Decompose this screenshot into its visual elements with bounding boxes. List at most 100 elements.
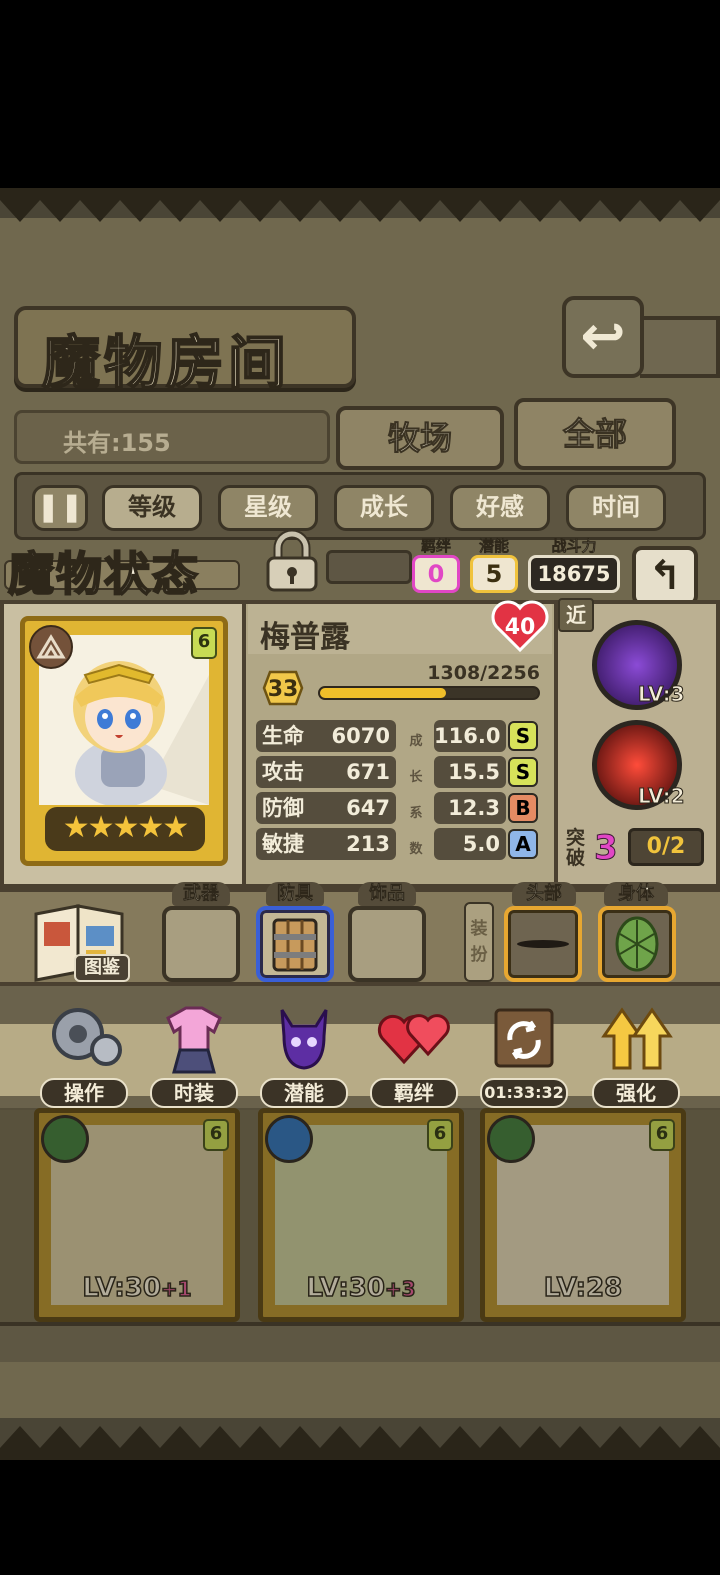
- sort-order-toggle[interactable]: ❚❚: [32, 485, 88, 531]
- affection-heart-icon: 40: [491, 600, 549, 653]
- bond-action-label: 羁绊: [370, 1078, 458, 1108]
- stat-value: 6070: [331, 724, 390, 748]
- ranch-filter-button[interactable]: 牧场: [336, 406, 504, 470]
- growth-grade-badge: A: [508, 829, 538, 859]
- growth-value: 15.5: [434, 756, 506, 788]
- outfit-button[interactable]: 时装: [146, 996, 242, 1108]
- bond-stat: 羁绊 0: [412, 538, 460, 593]
- sort-star-button[interactable]: 星级: [218, 485, 318, 531]
- growth-value: 5.0: [434, 828, 506, 860]
- armor-slot[interactable]: [256, 906, 334, 982]
- roster-tier-badge: 6: [649, 1119, 675, 1151]
- potential-label: 潜能: [478, 537, 510, 555]
- game-screen: 魔物房间 ↩ 共有:155 牧场 全部 ❚❚ 等级 星级 成长 好感 时间 魔物…: [0, 188, 720, 1460]
- top-zigzag-border: [0, 188, 720, 222]
- operate-label: 操作: [40, 1078, 128, 1108]
- roster-tier-badge: 6: [203, 1119, 229, 1151]
- return-arrow-icon: ↩: [580, 304, 626, 367]
- sort-time-button[interactable]: 时间: [566, 485, 666, 531]
- potential-button[interactable]: 潜能: [256, 996, 352, 1108]
- level-badge: 33: [262, 670, 304, 706]
- accessory-slot[interactable]: [348, 906, 426, 982]
- refresh-timer: 01:33:32: [480, 1078, 568, 1108]
- tier-badge: 6: [191, 627, 217, 659]
- power-value: 18675: [528, 555, 620, 593]
- monster-portrait-card[interactable]: ★★★★★ 6: [20, 616, 228, 866]
- sort-level-button[interactable]: 等级: [102, 485, 202, 531]
- stat-row: 防御 647: [256, 792, 396, 824]
- breakthrough-label: 突破: [566, 827, 586, 869]
- growth-grade-badge: S: [508, 757, 538, 787]
- bond-label: 羁绊: [420, 537, 452, 555]
- class-icon: [29, 625, 73, 669]
- growth-label-char: 长: [409, 770, 423, 785]
- stat-value: 671: [346, 760, 390, 784]
- status-title: 魔物状态: [7, 546, 200, 602]
- top-bar-tail: [640, 316, 720, 378]
- roster-bottom-strip: [0, 1322, 720, 1362]
- stat-value: 647: [346, 796, 390, 820]
- sort-affection-button[interactable]: 好感: [450, 485, 550, 531]
- growth-label-char: 系: [409, 806, 423, 821]
- roster-tier-badge: 6: [427, 1119, 453, 1151]
- body-slot[interactable]: [598, 906, 676, 982]
- breakthrough-value: 3: [594, 828, 619, 869]
- sort-growth-button[interactable]: 成长: [334, 485, 434, 531]
- roster-card-3[interactable]: 6 LV:28: [480, 1108, 686, 1322]
- page-title: 魔物房间: [41, 328, 291, 398]
- all-filter-button[interactable]: 全部: [514, 398, 676, 470]
- growth-label-char: 成: [409, 734, 423, 749]
- roster-card-1[interactable]: 6 LV:30+1: [34, 1108, 240, 1322]
- potential-value: 5: [470, 555, 518, 593]
- bond-value: 0: [412, 555, 460, 593]
- head-slot[interactable]: [504, 906, 582, 982]
- stat-row: 攻击 671: [256, 756, 396, 788]
- breakthrough-progress[interactable]: 0/2: [628, 828, 704, 866]
- roster-level: LV:30+1: [39, 1272, 235, 1304]
- exp-text: 1308/2256: [427, 662, 540, 684]
- operate-button[interactable]: 操作: [36, 996, 132, 1108]
- stat-name: 生命: [262, 724, 304, 748]
- bond-button[interactable]: 羁绊: [366, 996, 462, 1108]
- skill-1-level: LV:3: [637, 682, 685, 707]
- upgrade-label: 强化: [592, 1078, 680, 1108]
- roster-card-2[interactable]: 6 LV:30+3: [258, 1108, 464, 1322]
- refresh-button[interactable]: 01:33:32: [476, 996, 572, 1108]
- padlock-icon[interactable]: [262, 530, 322, 594]
- stat-row: 生命 6070: [256, 720, 396, 752]
- stat-value: 213: [346, 832, 390, 856]
- stat-name: 敏捷: [262, 832, 304, 856]
- stat-row: 敏捷 213: [256, 828, 396, 860]
- growth-grade-badge: B: [508, 793, 538, 823]
- monster-level: 33: [268, 677, 299, 702]
- status-close-button[interactable]: ↰: [632, 546, 698, 606]
- bottom-zigzag-border: [0, 1426, 720, 1460]
- stat-name: 防御: [262, 796, 304, 820]
- growth-label-char: 数: [409, 842, 423, 857]
- heart-level: 40: [505, 615, 536, 640]
- collection-count-bar: 共有:155: [14, 410, 330, 464]
- demon-icon: [280, 1009, 328, 1070]
- monster-name: 梅普露: [260, 620, 350, 655]
- power-label: 战斗力: [551, 537, 597, 555]
- roster-level-value: LV:28: [543, 1272, 623, 1304]
- roster-level-plus: +1: [160, 1276, 192, 1302]
- star-rating: ★★★★★: [45, 807, 205, 851]
- return-button[interactable]: ↩: [562, 296, 644, 378]
- outfit-icon: [166, 1006, 222, 1074]
- collection-count: 共有:155: [63, 429, 171, 457]
- upgrade-button[interactable]: 强化: [588, 996, 684, 1108]
- growth-value: 116.0: [434, 720, 506, 752]
- weapon-slot[interactable]: [162, 906, 240, 982]
- return-arrow-icon: ↰: [648, 553, 682, 599]
- power-stat: 战斗力 18675: [528, 538, 620, 593]
- upgrade-arrows-icon: [601, 1007, 673, 1070]
- outfit-label: 时装: [150, 1078, 238, 1108]
- grass-element-icon: [41, 1115, 89, 1163]
- codex-label[interactable]: 图鉴: [74, 954, 130, 982]
- growth-grade-badge: S: [508, 721, 538, 751]
- growth-value: 12.3: [434, 792, 506, 824]
- gear-icon: [52, 1008, 122, 1066]
- dress-label: 装扮: [464, 902, 494, 982]
- roster-level-plus: +3: [384, 1276, 416, 1302]
